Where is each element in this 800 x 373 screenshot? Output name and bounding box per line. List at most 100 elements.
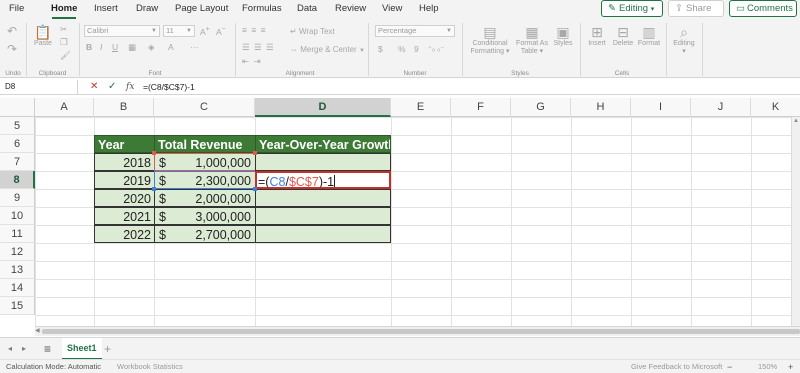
- format-as-table-button[interactable]: ▦ Format As Table ▾: [513, 24, 551, 55]
- wrap-text-button[interactable]: ↵ Wrap Text: [290, 27, 335, 36]
- column-header-d[interactable]: D: [255, 98, 391, 117]
- share-button[interactable]: ⇪ Share: [668, 0, 724, 17]
- cancel-icon[interactable]: ✕: [90, 79, 98, 95]
- format-painter-icon[interactable]: 🖌: [60, 50, 71, 61]
- row-header-8[interactable]: 8: [0, 171, 35, 189]
- table-header-growth[interactable]: Year-Over-Year Growth: [255, 135, 391, 153]
- calculation-mode[interactable]: Calculation Mode: Automatic: [6, 360, 101, 373]
- insert-cells-button[interactable]: ⊞ Insert: [585, 24, 609, 47]
- copy-icon[interactable]: ❐: [60, 37, 68, 48]
- table-row-growth[interactable]: [255, 225, 391, 243]
- row-header-13[interactable]: 13: [0, 261, 35, 279]
- sheet-tab-sheet1[interactable]: Sheet1: [62, 338, 102, 360]
- scroll-left-icon[interactable]: ◀: [35, 327, 40, 336]
- table-row-revenue[interactable]: $ 3,000,000: [154, 207, 256, 225]
- row-header-9[interactable]: 9: [0, 189, 35, 207]
- zoom-out-button[interactable]: −: [727, 360, 732, 373]
- fill-color-icon[interactable]: ◈: [148, 42, 155, 53]
- scroll-sheets-left-icon[interactable]: ◂: [8, 338, 12, 360]
- scroll-up-icon[interactable]: ▲: [793, 118, 799, 124]
- ref-handle[interactable]: [253, 151, 257, 155]
- indent-icons[interactable]: ⇤ ⇥: [242, 56, 262, 67]
- table-row-year[interactable]: 2018: [94, 153, 155, 171]
- delete-cells-button[interactable]: ⊟ Delete: [610, 24, 636, 47]
- percent-format-button[interactable]: %: [398, 44, 406, 54]
- cut-icon[interactable]: ✂: [60, 24, 67, 35]
- row-header-7[interactable]: 7: [0, 153, 35, 171]
- font-name-dropdown[interactable]: Calibri ▼: [84, 25, 160, 37]
- column-header-j[interactable]: J: [691, 98, 751, 117]
- horizontal-align-icons[interactable]: ☰ ☰ ☰: [242, 42, 275, 53]
- undo-icon[interactable]: ↶: [7, 24, 17, 38]
- row-header-14[interactable]: 14: [0, 279, 35, 297]
- paste-button[interactable]: 📋 Paste: [31, 24, 55, 47]
- scroll-sheets-right-icon[interactable]: ▸: [22, 338, 26, 360]
- menu-insert[interactable]: Insert: [94, 0, 118, 20]
- column-header-e[interactable]: E: [391, 98, 451, 117]
- select-all-corner[interactable]: [0, 98, 35, 117]
- table-row-year[interactable]: 2019: [94, 171, 155, 189]
- vertical-align-icons[interactable]: ≡ ≡ ≡: [242, 25, 267, 35]
- table-row-revenue[interactable]: $ 2,000,000: [154, 189, 256, 207]
- name-box[interactable]: D8: [0, 80, 78, 94]
- borders-icon[interactable]: ▦: [128, 42, 136, 53]
- menu-home[interactable]: Home: [51, 0, 77, 20]
- underline-icon[interactable]: U: [112, 42, 118, 52]
- table-row-revenue[interactable]: $ 1,000,000: [154, 153, 256, 171]
- more-options-icon[interactable]: ···: [190, 42, 199, 52]
- ref-handle[interactable]: [253, 187, 257, 191]
- table-row-year[interactable]: 2022: [94, 225, 155, 243]
- menu-view[interactable]: View: [382, 0, 402, 20]
- menu-draw[interactable]: Draw: [136, 0, 158, 20]
- redo-icon[interactable]: ↷: [7, 42, 17, 56]
- table-row-growth[interactable]: [255, 153, 391, 171]
- table-header-year[interactable]: Year: [94, 135, 155, 153]
- styles-button[interactable]: ▣ Styles: [551, 24, 575, 47]
- column-header-f[interactable]: F: [451, 98, 511, 117]
- menu-data[interactable]: Data: [297, 0, 317, 20]
- table-header-revenue[interactable]: Total Revenue: [154, 135, 256, 153]
- conditional-formatting-button[interactable]: ▤ Conditional Formatting ▾: [467, 24, 513, 55]
- decrease-font-icon[interactable]: A−: [216, 25, 226, 37]
- column-header-g[interactable]: G: [511, 98, 571, 117]
- table-row-revenue[interactable]: $ 2,300,000: [154, 171, 256, 189]
- merge-center-button[interactable]: ⇔ Merge & Center ▼: [290, 45, 365, 54]
- column-header-a[interactable]: A: [35, 98, 94, 117]
- row-header-12[interactable]: 12: [0, 243, 35, 261]
- menu-formulas[interactable]: Formulas: [242, 0, 282, 20]
- table-row-growth[interactable]: [255, 207, 391, 225]
- table-row-year[interactable]: 2021: [94, 207, 155, 225]
- row-header-10[interactable]: 10: [0, 207, 35, 225]
- row-header-5[interactable]: 5: [0, 117, 35, 135]
- table-row-growth[interactable]: [255, 189, 391, 207]
- feedback-link[interactable]: Give Feedback to Microsoft: [631, 360, 722, 373]
- row-header-11[interactable]: 11: [0, 225, 35, 243]
- add-sheet-button[interactable]: +: [104, 338, 111, 360]
- scrollbar-thumb[interactable]: [42, 329, 800, 334]
- italic-icon[interactable]: I: [100, 42, 102, 52]
- workbook-statistics[interactable]: Workbook Statistics: [117, 360, 183, 373]
- comma-format-button[interactable]: 9: [414, 44, 419, 54]
- vertical-scrollbar[interactable]: ▲: [791, 117, 800, 326]
- column-header-k[interactable]: K: [751, 98, 800, 117]
- formula-input[interactable]: =(C8/$C$7)-1: [143, 79, 195, 95]
- menu-help[interactable]: Help: [419, 0, 439, 20]
- font-color-icon[interactable]: A: [168, 42, 174, 52]
- all-sheets-icon[interactable]: ≡: [44, 338, 51, 360]
- ref-handle[interactable]: [152, 187, 156, 191]
- editing-mode-button[interactable]: ✎ Editing ▾: [601, 0, 663, 17]
- table-row-year[interactable]: 2020: [94, 189, 155, 207]
- row-header-6[interactable]: 6: [0, 135, 35, 153]
- menu-page-layout[interactable]: Page Layout: [175, 0, 228, 20]
- column-header-h[interactable]: H: [571, 98, 631, 117]
- zoom-in-button[interactable]: +: [788, 360, 793, 373]
- row-header-15[interactable]: 15: [0, 297, 35, 315]
- increase-font-icon[interactable]: A+: [200, 25, 210, 37]
- horizontal-scrollbar[interactable]: ◀: [35, 326, 800, 336]
- column-header-c[interactable]: C: [154, 98, 255, 117]
- column-header-b[interactable]: B: [94, 98, 154, 117]
- table-row-revenue[interactable]: $ 2,700,000: [154, 225, 256, 243]
- menu-file[interactable]: File: [9, 0, 24, 20]
- number-format-dropdown[interactable]: Percentage ▼: [375, 25, 455, 37]
- font-size-dropdown[interactable]: 11 ▼: [163, 25, 195, 37]
